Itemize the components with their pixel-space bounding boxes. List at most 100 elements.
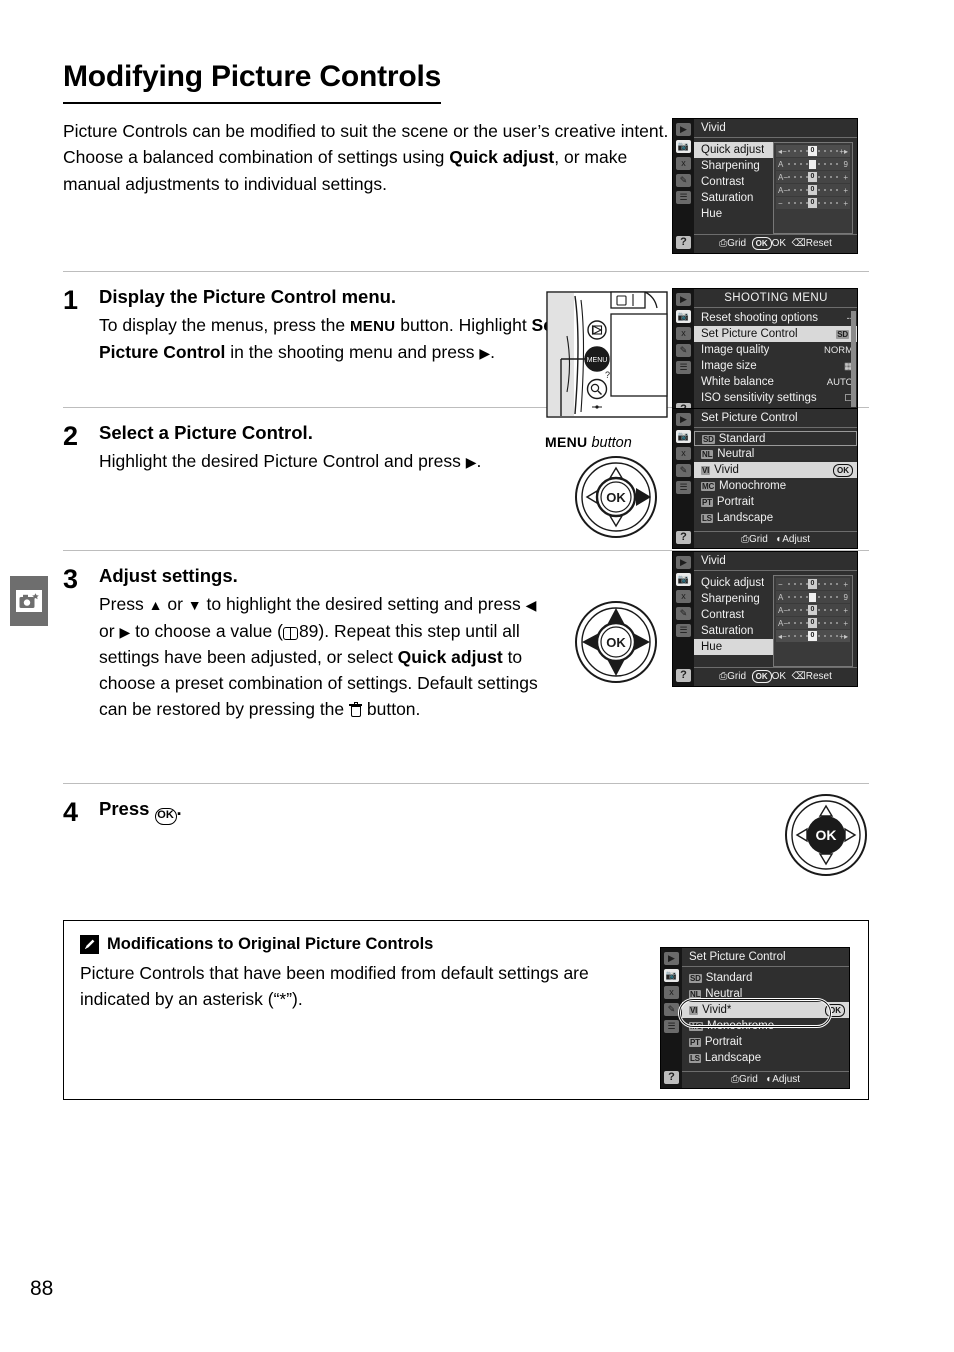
help-icon[interactable]: ?: [676, 531, 691, 545]
menu-row-value: SD: [830, 329, 853, 340]
pc-row-portrait[interactable]: PT Portrait: [682, 1034, 849, 1050]
slider-contrast[interactable]: A− 0 +: [776, 604, 850, 617]
setup-wrench-icon[interactable]: x: [676, 590, 691, 604]
help-icon[interactable]: ?: [676, 236, 691, 249]
lcd-row-hue[interactable]: Hue: [694, 639, 773, 656]
pc-name: Standard: [705, 972, 753, 985]
pc-row-monochrome[interactable]: MC Monochrome: [682, 1018, 849, 1034]
step-text: Highlight the desired Picture Control an…: [99, 448, 529, 474]
pc-row-monochrome[interactable]: MC Monochrome: [694, 478, 857, 494]
footer-ok-label: OK: [771, 238, 787, 249]
pc-name: Neutral: [717, 448, 755, 461]
shooting-menu-icon[interactable]: 📷: [676, 430, 691, 444]
recent-settings-icon[interactable]: ☰: [664, 1020, 679, 1034]
footer-grid-label: Grid: [727, 671, 747, 683]
menu-row-iso-sensitivity-settings[interactable]: ISO sensitivity settings ☐: [694, 390, 857, 406]
pc-row-vivid[interactable]: VI Vivid OK: [694, 462, 857, 479]
pc-row-label: SD Standard: [702, 433, 765, 445]
recent-settings-icon[interactable]: ☰: [676, 361, 691, 375]
step-heading: Display the Picture Control menu.: [99, 286, 397, 308]
lcd-row-hue[interactable]: Hue: [694, 206, 773, 222]
slider-sharpening[interactable]: A9: [776, 591, 850, 604]
menu-row-set-picture-control[interactable]: Set Picture Control SD: [694, 326, 857, 343]
menu-row-white-balance[interactable]: White balance AUTO: [694, 374, 857, 390]
pc-row-portrait[interactable]: PT Portrait: [694, 494, 857, 510]
footer-reset-label: Reset: [805, 671, 832, 683]
setup-wrench-icon[interactable]: x: [676, 447, 691, 461]
pencil-icon: [80, 935, 99, 955]
lcd-footer: ⎙Grid OK OK ⌫Reset: [694, 234, 857, 253]
slider-saturation[interactable]: A− 0 +: [776, 184, 850, 196]
shooting-menu-icon[interactable]: 📷: [676, 310, 691, 324]
lcd-row-sharpening[interactable]: Sharpening: [694, 158, 773, 174]
slider-quick-adjust[interactable]: −0 +: [776, 578, 850, 591]
step3-t4: or: [99, 620, 120, 641]
retouch-icon[interactable]: ✎: [676, 607, 691, 621]
recent-settings-icon[interactable]: ☰: [676, 624, 691, 638]
step-1: 1 Display the Picture Control menu. To d…: [63, 272, 869, 451]
footer-grid-icon: ⎙: [730, 1074, 739, 1086]
setup-wrench-icon[interactable]: x: [664, 986, 679, 1000]
shooting-menu-icon[interactable]: 📷: [676, 140, 691, 153]
slider-quick-adjust[interactable]: ◂− 0 +▸: [776, 145, 850, 157]
playback-icon[interactable]: ▶: [664, 952, 679, 966]
lcd-row-saturation[interactable]: Saturation: [694, 190, 773, 206]
footer-reset-label: Reset: [805, 238, 832, 249]
lcd-row-contrast[interactable]: Contrast: [694, 174, 773, 190]
pc-row-vivid-modified[interactable]: VI Vivid* OK: [682, 1002, 849, 1019]
slider-hue[interactable]: ◂− 0 +▸: [776, 630, 850, 643]
setup-wrench-icon[interactable]: x: [676, 327, 691, 341]
playback-icon[interactable]: ▶: [676, 413, 691, 427]
menu-row-value: AUTO: [826, 376, 853, 388]
lcd-menu-rail: ▶ 📷 x ✎ ☰ ?: [673, 552, 694, 687]
pc-name: Portrait: [716, 496, 754, 509]
slider-sharpening[interactable]: A9: [776, 158, 850, 170]
menu-row-label: Set Picture Control: [701, 328, 798, 341]
lcd-title: Vivid: [694, 119, 857, 138]
shooting-menu-icon[interactable]: 📷: [676, 573, 691, 587]
pc-row-standard[interactable]: SD Standard: [682, 970, 849, 986]
recent-settings-icon[interactable]: ☰: [676, 191, 691, 204]
slider-saturation[interactable]: A− 0 +: [776, 617, 850, 630]
playback-icon[interactable]: ▶: [676, 293, 691, 307]
retouch-icon[interactable]: ✎: [676, 174, 691, 187]
lcd-row-quick-adjust[interactable]: Quick adjust: [694, 575, 773, 591]
slider-contrast[interactable]: A− 0 +: [776, 171, 850, 183]
menu-row-image-quality[interactable]: Image quality NORM: [694, 342, 857, 358]
lcd-row-contrast[interactable]: Contrast: [694, 607, 773, 623]
help-icon[interactable]: ?: [676, 669, 691, 683]
footer-grid-label: Grid: [727, 238, 747, 249]
pc-row-neutral[interactable]: NL Neutral: [694, 446, 857, 462]
menu-row-reset-shooting-options[interactable]: Reset shooting options --: [694, 310, 857, 326]
lcd-row-saturation[interactable]: Saturation: [694, 623, 773, 639]
playback-icon[interactable]: ▶: [676, 123, 691, 136]
shooting-menu-icon[interactable]: 📷: [664, 969, 679, 983]
right-arrow-icon: ▶: [119, 623, 131, 640]
playback-icon[interactable]: ▶: [676, 556, 691, 570]
help-icon[interactable]: ?: [664, 1071, 679, 1085]
recent-settings-icon[interactable]: ☰: [676, 481, 691, 495]
step-4: 4 Press OK. OK: [63, 784, 869, 894]
setup-wrench-icon[interactable]: x: [676, 157, 691, 170]
footer-grid-label: Grid: [738, 1074, 758, 1086]
lcd-row-label: Saturation: [701, 625, 754, 638]
right-arrow-icon: ▶: [479, 344, 491, 361]
pc-row-standard[interactable]: SD Standard: [694, 431, 857, 447]
pc-row-neutral[interactable]: NL Neutral: [682, 986, 849, 1002]
lcd-row-sharpening[interactable]: Sharpening: [694, 591, 773, 607]
slider-hue[interactable]: −0 +: [776, 197, 850, 209]
retouch-icon[interactable]: ✎: [676, 344, 691, 358]
step3-t5: to choose a value (: [130, 620, 283, 641]
pc-row-landscape[interactable]: LS Landscape: [694, 510, 857, 526]
retouch-icon[interactable]: ✎: [676, 464, 691, 478]
scrollbar[interactable]: [851, 311, 856, 408]
menu-row-value: NORM: [823, 344, 853, 356]
intro-bold: Quick adjust: [449, 147, 555, 168]
retouch-icon[interactable]: ✎: [664, 1003, 679, 1017]
pc-name: Vivid: [714, 464, 739, 477]
lcd-row-quick-adjust[interactable]: Quick adjust: [694, 142, 773, 158]
pc-row-landscape[interactable]: LS Landscape: [682, 1050, 849, 1066]
trash-icon: [349, 702, 363, 718]
menu-row-image-size[interactable]: Image size ▦: [694, 358, 857, 374]
svg-text:MENU: MENU: [587, 357, 608, 364]
